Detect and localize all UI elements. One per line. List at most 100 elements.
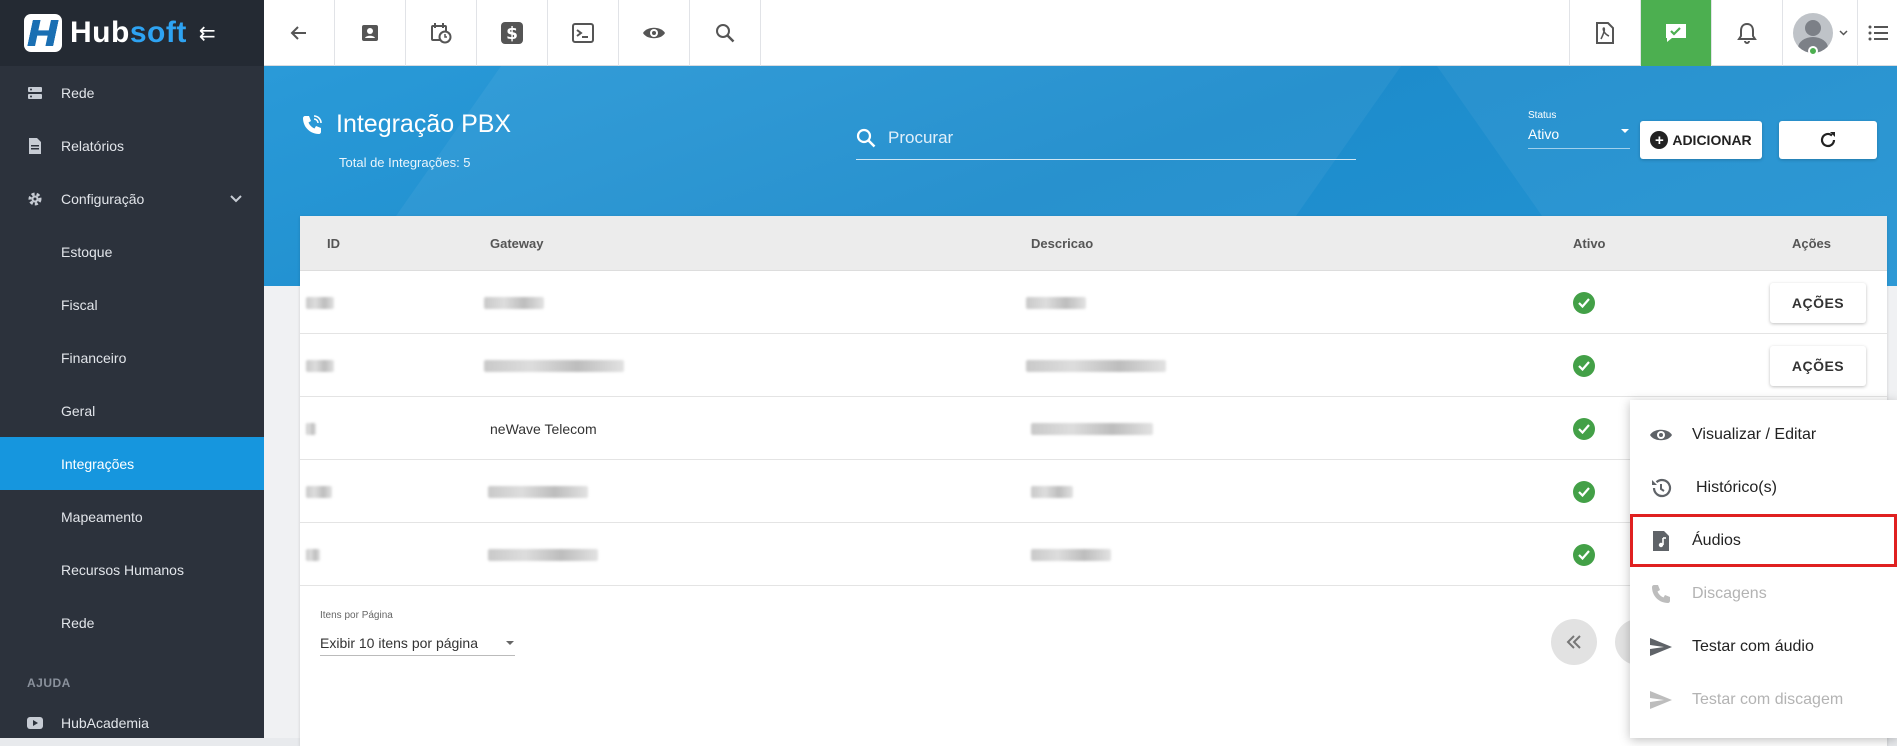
cell-id (306, 271, 334, 334)
first-page-button[interactable] (1551, 619, 1597, 665)
sidebar-item-label: Integrações (61, 455, 135, 472)
column-header-id[interactable]: ID (327, 236, 340, 251)
brand-logo (24, 14, 62, 52)
chat-check-icon[interactable] (1640, 0, 1711, 66)
double-chevron-left-icon (1566, 635, 1581, 649)
arrow-back-icon[interactable] (264, 0, 335, 66)
menu-item-discagens[interactable]: Discagens (1630, 567, 1897, 620)
items-per-page-select[interactable]: Exibir 10 itens por página (320, 630, 515, 656)
eye-icon (1648, 422, 1674, 448)
sidebar-item-rede-sub[interactable]: Rede (0, 596, 264, 649)
menu-item-label: Testar com discagem (1692, 690, 1844, 708)
table-row[interactable]: AÇÕES (300, 334, 1887, 397)
sidebar-item-fiscal[interactable]: Fiscal (0, 278, 264, 331)
sidebar-item-rede[interactable]: Rede (0, 66, 264, 119)
menu-collapse-icon[interactable]: ⇇ (199, 21, 216, 46)
status-label: Status (1528, 110, 1557, 121)
sidebar-item-geral[interactable]: Geral (0, 384, 264, 437)
cell-gateway: neWave Telecom (490, 420, 597, 437)
sidebar-item-hubacademia[interactable]: HubAcademia (0, 703, 264, 743)
cell-descricao (1031, 460, 1073, 523)
cell-id (306, 523, 320, 586)
cell-descricao (1026, 334, 1166, 397)
cell-gateway (484, 334, 624, 397)
document-icon (27, 137, 43, 154)
search-input[interactable] (888, 127, 1356, 148)
search-icon[interactable] (690, 0, 761, 66)
phone-in-talk-icon (303, 114, 322, 134)
sidebar-item-label: Mapeamento (61, 508, 143, 525)
cell-gateway (484, 271, 544, 334)
active-check-icon (1573, 543, 1595, 566)
cell-id (306, 397, 316, 460)
menu-item-testar-discagem[interactable]: Testar com discagem (1630, 673, 1897, 726)
sidebar-item-label: Estoque (61, 243, 113, 260)
eye-icon[interactable] (619, 0, 690, 66)
sidebar-item-financeiro[interactable]: Financeiro (0, 331, 264, 384)
chevron-down-icon (1838, 30, 1848, 36)
send-icon (1648, 634, 1674, 660)
add-button[interactable]: + ADICIONAR (1640, 121, 1762, 159)
column-header-gateway[interactable]: Gateway (490, 236, 543, 251)
calendar-clock-icon[interactable] (406, 0, 477, 66)
integration-count: Total de Integrações: 5 (339, 155, 471, 170)
column-header-ativo[interactable]: Ativo (1573, 236, 1606, 251)
menu-item-label: Áudios (1692, 531, 1741, 549)
contact-card-icon[interactable] (335, 0, 406, 66)
sidebar: Hubsoft ⇇ Rede Relatórios Configuração E… (0, 0, 264, 738)
menu-item-visualizar-editar[interactable]: Visualizar / Editar (1630, 408, 1897, 461)
sidebar-item-recursos-humanos[interactable]: Recursos Humanos (0, 543, 264, 596)
sidebar-item-mapeamento[interactable]: Mapeamento (0, 490, 264, 543)
topbar: $ (264, 0, 1897, 66)
audio-file-icon (1648, 528, 1674, 554)
youtube-icon (27, 715, 43, 731)
sidebar-item-label: Configuração (61, 190, 145, 207)
bell-icon[interactable] (1711, 0, 1782, 66)
status-value: Ativo (1528, 126, 1560, 142)
sidebar-item-label: Rede (61, 84, 95, 101)
items-per-page-label: Itens por Página (320, 610, 393, 621)
sidebar-item-configuracao[interactable]: Configuração (0, 172, 264, 225)
user-menu[interactable] (1782, 0, 1857, 66)
pdf-icon[interactable] (1569, 0, 1640, 66)
chevron-down-icon (230, 192, 242, 206)
sidebar-item-integracoes[interactable]: Integrações (0, 437, 264, 490)
sidebar-item-label: HubAcademia (61, 715, 149, 731)
terminal-icon[interactable] (548, 0, 619, 66)
actions-button[interactable]: AÇÕES (1770, 346, 1866, 386)
sidebar-item-label: Geral (61, 402, 96, 419)
page-title: Integração PBX (336, 110, 512, 138)
sidebar-item-label: Recursos Humanos (61, 561, 184, 578)
actions-button[interactable]: AÇÕES (1770, 283, 1866, 323)
dollar-icon[interactable]: $ (477, 0, 548, 66)
refresh-button[interactable] (1779, 121, 1877, 159)
menu-item-audios[interactable]: Áudios (1630, 514, 1897, 567)
list-icon[interactable] (1857, 0, 1897, 66)
table-row[interactable]: AÇÕES (300, 271, 1887, 334)
page-title-wrap: Integração PBX (300, 110, 511, 139)
gear-icon (27, 191, 43, 207)
history-icon (1648, 475, 1674, 501)
sidebar-item-estoque[interactable]: Estoque (0, 225, 264, 278)
online-status-dot (1808, 46, 1818, 56)
main-content: Integração PBX Total de Integrações: 5 S… (264, 66, 1897, 746)
menu-item-label: Discagens (1692, 584, 1767, 602)
active-check-icon (1573, 480, 1595, 503)
menu-item-label: Histórico(s) (1696, 478, 1777, 496)
cell-descricao (1031, 397, 1153, 460)
svg-text:$: $ (506, 24, 518, 44)
menu-item-historico[interactable]: Histórico(s) (1630, 461, 1897, 514)
cell-id (306, 460, 332, 523)
menu-item-testar-audio[interactable]: Testar com áudio (1630, 620, 1897, 673)
column-header-descricao[interactable]: Descricao (1031, 236, 1093, 251)
server-icon (27, 85, 43, 101)
phone-icon (1648, 581, 1674, 607)
cell-descricao (1031, 523, 1111, 586)
brand[interactable]: Hubsoft ⇇ (0, 0, 264, 66)
add-button-label: ADICIONAR (1672, 132, 1752, 148)
sidebar-section-ajuda: AJUDA (27, 676, 71, 690)
sidebar-item-label: Rede (61, 614, 95, 631)
cell-id (306, 334, 334, 397)
status-select[interactable]: Status Ativo (1528, 110, 1630, 149)
sidebar-item-relatorios[interactable]: Relatórios (0, 119, 264, 172)
